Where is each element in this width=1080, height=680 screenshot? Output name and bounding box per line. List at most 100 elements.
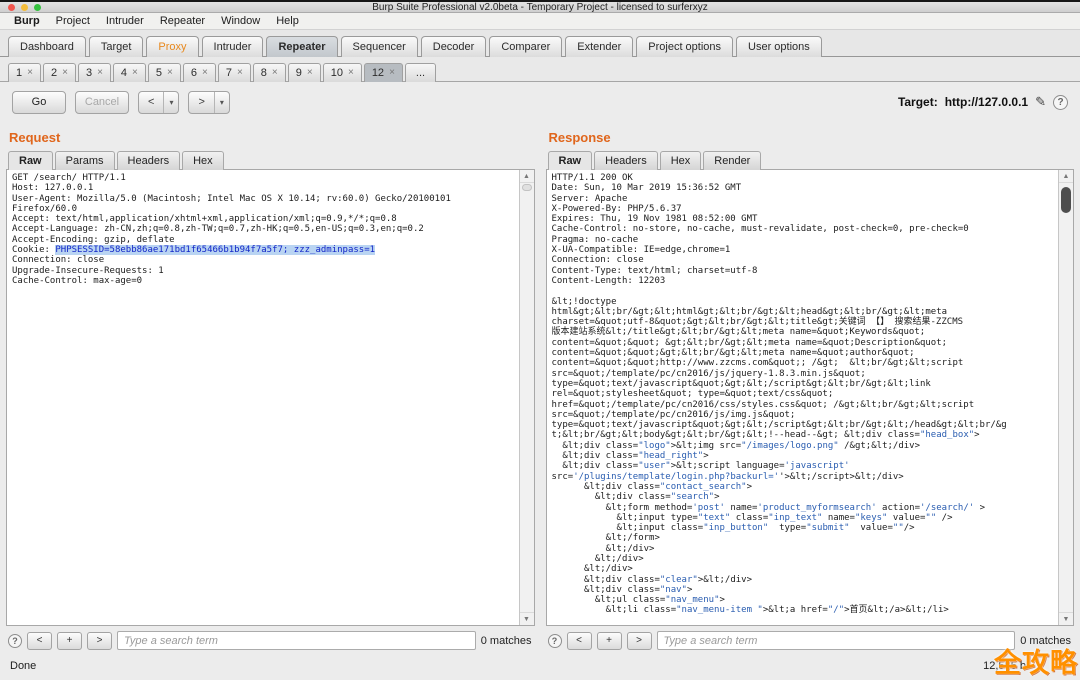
repeater-item-tab-6[interactable]: 6× <box>183 63 216 82</box>
cancel-button[interactable]: Cancel <box>75 91 129 114</box>
string-literal: "head_box" <box>920 430 974 440</box>
string-literal: "inp_button" <box>703 523 768 533</box>
string-literal: "submit" <box>806 523 849 533</box>
repeater-item-tab-10[interactable]: 10× <box>323 63 362 82</box>
request-tab-headers[interactable]: Headers <box>117 151 181 170</box>
repeater-item-tab-12[interactable]: 12× <box>364 63 403 82</box>
search-prev-button[interactable]: < <box>27 632 52 650</box>
response-search-input[interactable] <box>657 631 1016 650</box>
search-next-button[interactable]: > <box>87 632 112 650</box>
minimize-window-button[interactable] <box>21 4 28 11</box>
repeater-item-tab-3[interactable]: 3× <box>78 63 111 82</box>
request-scrollbar-thumb[interactable] <box>522 184 532 191</box>
close-window-button[interactable] <box>8 4 15 11</box>
search-next-button[interactable]: > <box>627 632 652 650</box>
zoom-window-button[interactable] <box>34 4 41 11</box>
tab-number: 6 <box>191 67 197 79</box>
response-tab-hex[interactable]: Hex <box>660 151 702 170</box>
scroll-up-icon[interactable]: ▲ <box>520 170 534 183</box>
close-icon[interactable]: × <box>27 68 33 78</box>
code-line: Content-Length: 12203 <box>552 276 1057 286</box>
scroll-up-icon[interactable]: ▲ <box>1059 170 1073 183</box>
search-options-button[interactable]: + <box>57 632 82 650</box>
string-literal: "clear" <box>660 575 698 585</box>
help-icon[interactable]: ? <box>1053 95 1068 110</box>
repeater-item-tab-5[interactable]: 5× <box>148 63 181 82</box>
repeater-item-tab-2[interactable]: 2× <box>43 63 76 82</box>
menu-item-repeater[interactable]: Repeater <box>152 15 213 27</box>
tab-comparer[interactable]: Comparer <box>489 36 562 57</box>
menu-item-burp[interactable]: Burp <box>6 15 48 27</box>
close-icon[interactable]: × <box>62 68 68 78</box>
code-line: Host: 127.0.0.1 <box>12 183 517 193</box>
response-scrollbar[interactable]: ▲ ▼ <box>1058 170 1073 625</box>
response-tab-headers[interactable]: Headers <box>594 151 658 170</box>
go-button[interactable]: Go <box>12 91 66 114</box>
search-help-icon[interactable]: ? <box>548 634 562 648</box>
code-line: Connection: close <box>12 255 517 265</box>
tab-extender[interactable]: Extender <box>565 36 633 57</box>
tab-project-options[interactable]: Project options <box>636 36 733 57</box>
close-icon[interactable]: × <box>272 68 278 78</box>
close-icon[interactable]: × <box>167 68 173 78</box>
response-tab-render[interactable]: Render <box>703 151 761 170</box>
response-tab-raw[interactable]: Raw <box>548 151 593 170</box>
code-line: Pragma: no-cache <box>552 235 1057 245</box>
code-line: &lt;ul class="nav_menu"> <box>552 595 1057 605</box>
close-icon[interactable]: × <box>132 68 138 78</box>
request-tab-raw[interactable]: Raw <box>8 151 53 170</box>
close-icon[interactable]: × <box>97 68 103 78</box>
chevron-down-icon[interactable]: ▾ <box>214 92 229 113</box>
repeater-more-tabs-button[interactable]: ... <box>405 63 436 82</box>
search-prev-button[interactable]: < <box>567 632 592 650</box>
repeater-item-tab-4[interactable]: 4× <box>113 63 146 82</box>
menu-item-window[interactable]: Window <box>213 15 268 27</box>
prev-request-button[interactable]: < ▾ <box>138 91 179 114</box>
request-code: GET /search/ HTTP/1.1Host: 127.0.0.1User… <box>12 173 517 623</box>
response-scrollbar-thumb[interactable] <box>1061 187 1071 213</box>
menu-item-intruder[interactable]: Intruder <box>98 15 152 27</box>
repeater-item-tab-8[interactable]: 8× <box>253 63 286 82</box>
close-icon[interactable]: × <box>202 68 208 78</box>
tab-repeater[interactable]: Repeater <box>266 36 337 57</box>
edit-target-icon[interactable]: ✎ <box>1035 94 1046 110</box>
tab-user-options[interactable]: User options <box>736 36 822 57</box>
string-literal: "" <box>893 523 904 533</box>
scroll-down-icon[interactable]: ▼ <box>520 612 534 625</box>
close-icon[interactable]: × <box>389 68 395 78</box>
scroll-down-icon[interactable]: ▼ <box>1059 612 1073 625</box>
menu-item-help[interactable]: Help <box>268 15 307 27</box>
back-arrow-icon[interactable]: < <box>139 92 163 113</box>
tab-dashboard[interactable]: Dashboard <box>8 36 86 57</box>
request-editor[interactable]: GET /search/ HTTP/1.1Host: 127.0.0.1User… <box>6 169 535 626</box>
tab-proxy[interactable]: Proxy <box>146 36 198 57</box>
close-icon[interactable]: × <box>348 68 354 78</box>
request-tab-params[interactable]: Params <box>55 151 115 170</box>
forward-arrow-icon[interactable]: > <box>189 92 213 113</box>
response-size: 12,555 b <box>983 660 1026 672</box>
response-match-count: 0 matches <box>1020 635 1072 647</box>
request-scrollbar[interactable]: ▲ ▼ <box>519 170 534 625</box>
tab-target[interactable]: Target <box>89 36 144 57</box>
menu-item-project[interactable]: Project <box>48 15 98 27</box>
repeater-item-tab-7[interactable]: 7× <box>218 63 251 82</box>
tab-sequencer[interactable]: Sequencer <box>341 36 418 57</box>
tab-decoder[interactable]: Decoder <box>421 36 487 57</box>
next-request-button[interactable]: > ▾ <box>188 91 229 114</box>
string-literal: "" <box>925 513 936 523</box>
response-editor[interactable]: HTTP/1.1 200 OKDate: Sun, 10 Mar 2019 15… <box>546 169 1075 626</box>
search-options-button[interactable]: + <box>597 632 622 650</box>
repeater-item-tab-1[interactable]: 1× <box>8 63 41 82</box>
code-line: Cache-Control: max-age=0 <box>12 276 517 286</box>
request-tab-hex[interactable]: Hex <box>182 151 224 170</box>
tab-number: 7 <box>226 67 232 79</box>
request-search-input[interactable] <box>117 631 476 650</box>
close-icon[interactable]: × <box>307 68 313 78</box>
string-literal: "logo" <box>638 441 671 451</box>
chevron-down-icon[interactable]: ▾ <box>163 92 178 113</box>
code-line: Date: Sun, 10 Mar 2019 15:36:52 GMT <box>552 183 1057 193</box>
search-help-icon[interactable]: ? <box>8 634 22 648</box>
repeater-item-tab-9[interactable]: 9× <box>288 63 321 82</box>
close-icon[interactable]: × <box>237 68 243 78</box>
tab-intruder[interactable]: Intruder <box>202 36 264 57</box>
